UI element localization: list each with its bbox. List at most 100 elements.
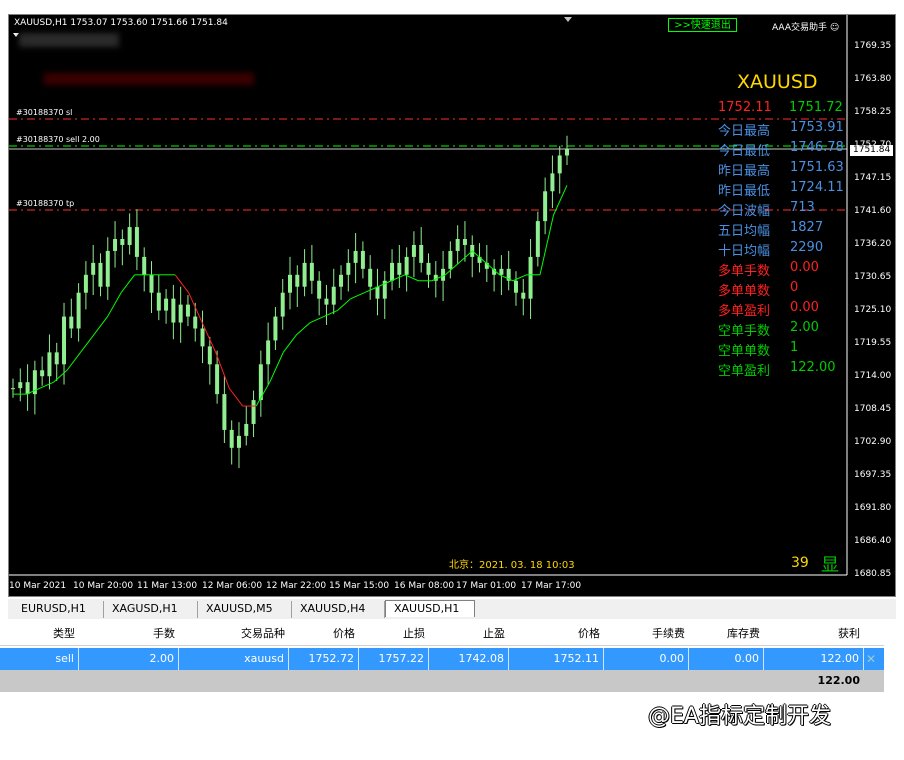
- price-tick: 1691.80: [854, 503, 892, 513]
- candle-body: [164, 298, 169, 311]
- candle-body: [91, 262, 96, 275]
- stat-value: 2290: [790, 240, 824, 255]
- candle-body: [47, 352, 52, 377]
- candle-body: [462, 239, 467, 245]
- candle-body: [18, 382, 23, 389]
- candle-body: [142, 256, 147, 275]
- indicator-segment: [539, 215, 554, 275]
- column-header[interactable]: 类型: [0, 623, 79, 645]
- stat-label: 今日波幅: [718, 204, 771, 219]
- indicator-segment: [296, 322, 311, 335]
- table-cell: 2.00: [79, 648, 179, 670]
- indicator-segment: [53, 369, 68, 383]
- redacted-info: [19, 33, 119, 47]
- column-header[interactable]: 交易品种: [179, 623, 289, 645]
- candle-body: [353, 250, 358, 263]
- table-cell: sell: [0, 648, 79, 670]
- price-tick: 1758.25: [854, 107, 892, 117]
- candle-body: [98, 262, 103, 287]
- candle-body: [185, 304, 190, 317]
- tab-xagusd-h1[interactable]: XAGUSD,H1: [104, 601, 198, 618]
- candle-body: [215, 364, 220, 395]
- candle-body: [236, 435, 241, 448]
- chart-tabs: EURUSD,H1 XAGUSD,H1 XAUUSD,M5 XAUUSD,H4 XAUU…: [8, 599, 896, 619]
- column-header[interactable]: 止盈: [429, 623, 509, 645]
- beijing-time: 北京：2021. 03. 18 10:03: [449, 560, 575, 571]
- table-total-row: 122.00: [0, 670, 884, 692]
- price-tick: 1741.60: [854, 206, 892, 216]
- candle-body: [120, 239, 125, 245]
- table-header: 类型 手数 交易品种 价格 止损 止盈 价格 手续费 库存费 获利: [0, 623, 884, 646]
- tab-xauusd-m5[interactable]: XAUUSD,M5: [198, 601, 292, 618]
- price-tick: 1725.10: [854, 305, 892, 315]
- time-tick: 16 Mar 08:00: [394, 581, 455, 591]
- current-price-tag: 1751.84: [850, 145, 894, 156]
- candle-body: [229, 429, 234, 448]
- candle-body: [40, 370, 45, 377]
- table-cell: 0.00: [604, 648, 689, 670]
- show-toggle[interactable]: 显: [821, 551, 839, 577]
- stat-label: 五日均幅: [718, 224, 771, 239]
- quick-exit-button[interactable]: >>快速退出: [668, 18, 737, 32]
- time-tick: 12 Mar 06:00: [202, 581, 263, 591]
- price-tick: 1730.65: [854, 272, 892, 282]
- close-order-icon[interactable]: ✕: [866, 648, 876, 670]
- column-header[interactable]: 止损: [359, 623, 429, 645]
- trade-helper-label[interactable]: AAA交易助手 ☺: [772, 20, 839, 33]
- stat-label: 多单单数: [718, 284, 771, 299]
- stat-value: 2.00: [790, 320, 819, 335]
- table-cell: xauusd: [179, 648, 289, 670]
- candle-body: [499, 268, 504, 275]
- indicator-segment: [512, 274, 527, 282]
- table-cell: 1752.72: [289, 648, 359, 670]
- tab-xauusd-h4[interactable]: XAUUSD,H4: [292, 601, 385, 618]
- candle-body: [521, 292, 526, 299]
- candle-body: [54, 352, 59, 365]
- stat-label: 多单盈利: [718, 304, 771, 319]
- sell-line-label: #30188370 sell 2.00: [16, 135, 100, 144]
- symbol-title: XAUUSD: [737, 71, 818, 93]
- candle-body: [309, 262, 314, 281]
- column-header[interactable]: 库存费: [689, 623, 764, 645]
- countdown: 39: [791, 555, 809, 571]
- candle-body: [76, 292, 81, 329]
- candle-body: [149, 274, 154, 293]
- tab-xauusd-h1[interactable]: XAUUSD,H1: [385, 600, 475, 617]
- column-header[interactable]: 价格: [509, 623, 604, 645]
- column-header[interactable]: 手续费: [604, 623, 689, 645]
- time-tick: 10 Mar 20:00: [73, 581, 134, 591]
- table-cell: 0.00: [689, 648, 764, 670]
- table-row[interactable]: sell 2.00 xauusd 1752.72 1757.22 1742.08 1752.…: [0, 648, 884, 670]
- price-tick: 1708.45: [854, 404, 892, 414]
- candle-body: [411, 244, 416, 257]
- price-tick: 1769.35: [854, 41, 892, 51]
- time-tick: 10 Mar 2021: [9, 581, 67, 591]
- candle-body: [273, 316, 278, 341]
- stat-value: 1827: [790, 220, 824, 235]
- candle-body: [390, 262, 395, 281]
- candle-body: [324, 298, 329, 305]
- candle-body: [302, 262, 307, 287]
- candle-body: [419, 244, 424, 263]
- indicator-segment: [174, 274, 190, 293]
- stat-label: 空单单数: [718, 344, 771, 359]
- table-cell: 1752.11: [509, 648, 604, 670]
- indicator-segment: [228, 387, 244, 407]
- price-tick: 1702.90: [854, 437, 892, 447]
- indicator-segment: [93, 316, 108, 335]
- column-header[interactable]: 获利: [764, 623, 864, 645]
- chart-window[interactable]: XAUUSD,H1 1753.07 1753.60 1751.66 1751.8…: [8, 14, 896, 597]
- tab-eurusd-h1[interactable]: EURUSD,H1: [13, 601, 104, 618]
- stat-value: 122.00: [790, 360, 836, 375]
- column-header[interactable]: 价格: [289, 623, 359, 645]
- stat-value: 1: [790, 340, 799, 355]
- column-header[interactable]: 手数: [79, 623, 179, 645]
- stat-label: 多单手数: [718, 264, 771, 279]
- candle-body: [455, 239, 460, 251]
- time-tick: 15 Mar 15:00: [329, 581, 390, 591]
- table-cell: 1757.22: [359, 648, 429, 670]
- price-tick: 1747.15: [854, 173, 892, 183]
- candle-body: [11, 388, 15, 390]
- ask-price: 1751.72: [789, 100, 843, 115]
- candle-body: [295, 274, 300, 287]
